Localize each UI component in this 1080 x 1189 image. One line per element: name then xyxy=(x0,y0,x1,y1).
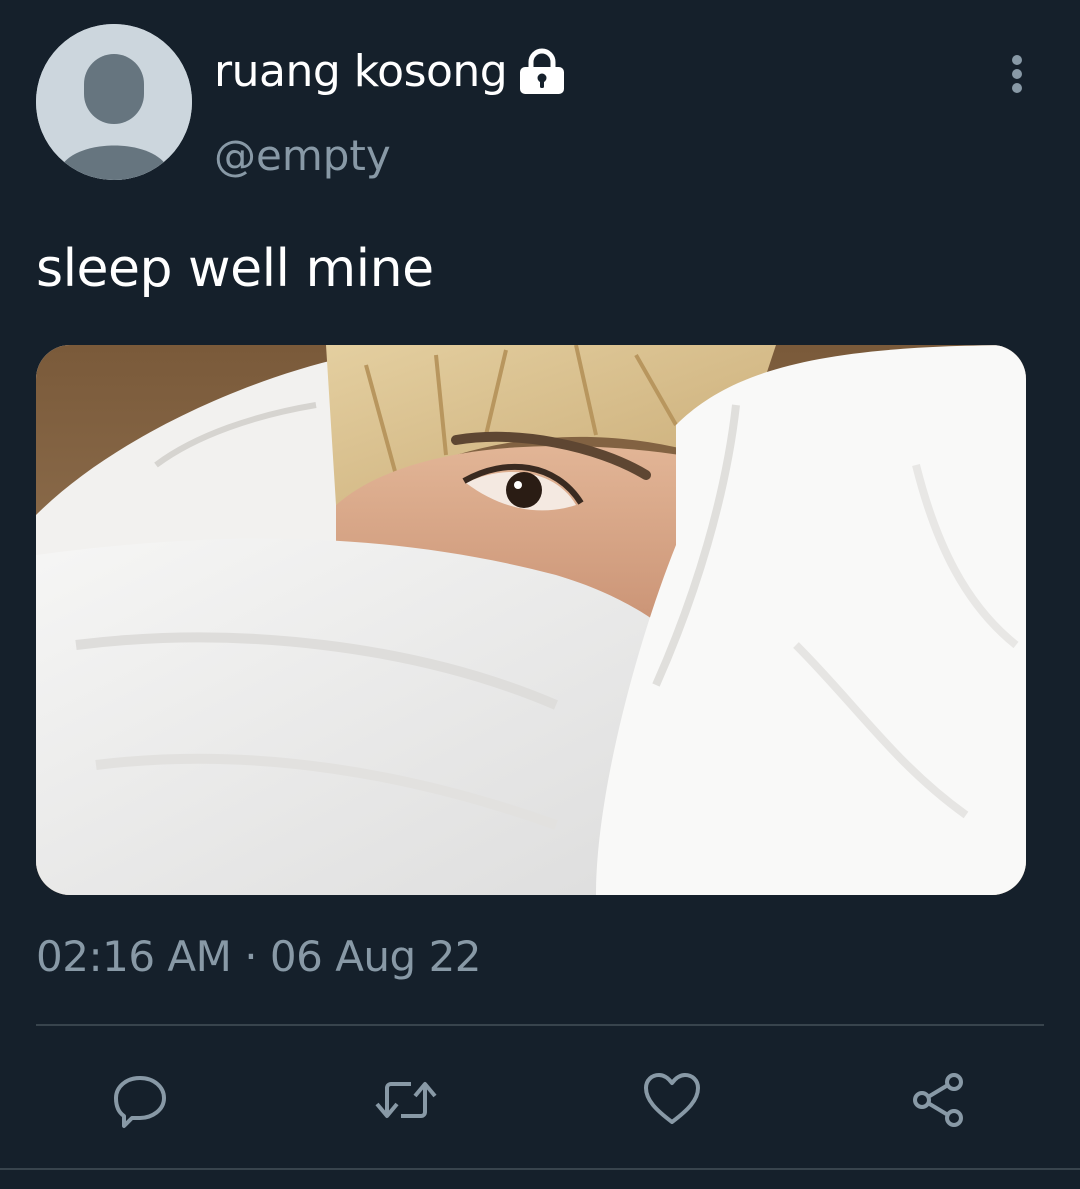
tweet-text: sleep well mine xyxy=(36,239,434,299)
like-button[interactable] xyxy=(632,1060,712,1140)
tweet-detail: ruang kosong @empty sleep well mine 02:1… xyxy=(0,0,1080,1189)
tweet-photo[interactable] xyxy=(36,345,1026,895)
divider xyxy=(0,1168,1080,1170)
author-name-row[interactable]: ruang kosong xyxy=(214,42,567,102)
retweet-button[interactable] xyxy=(366,1060,446,1140)
share-button[interactable] xyxy=(898,1060,978,1140)
avatar[interactable] xyxy=(36,24,192,180)
tweet-action-bar xyxy=(0,1060,1080,1140)
lock-icon xyxy=(517,48,567,96)
like-icon xyxy=(644,1073,700,1124)
default-avatar-icon xyxy=(36,24,192,180)
author-handle[interactable]: @empty xyxy=(214,128,391,184)
reply-icon xyxy=(114,1076,166,1128)
reply-button[interactable] xyxy=(100,1060,180,1140)
retweet-icon xyxy=(375,1082,437,1118)
more-options-icon[interactable] xyxy=(1000,52,1034,100)
divider xyxy=(36,1024,1044,1026)
display-name[interactable]: ruang kosong xyxy=(214,42,508,102)
share-icon xyxy=(913,1073,963,1127)
tweet-timestamp[interactable]: 02:16 AM · 06 Aug 22 xyxy=(36,928,482,986)
